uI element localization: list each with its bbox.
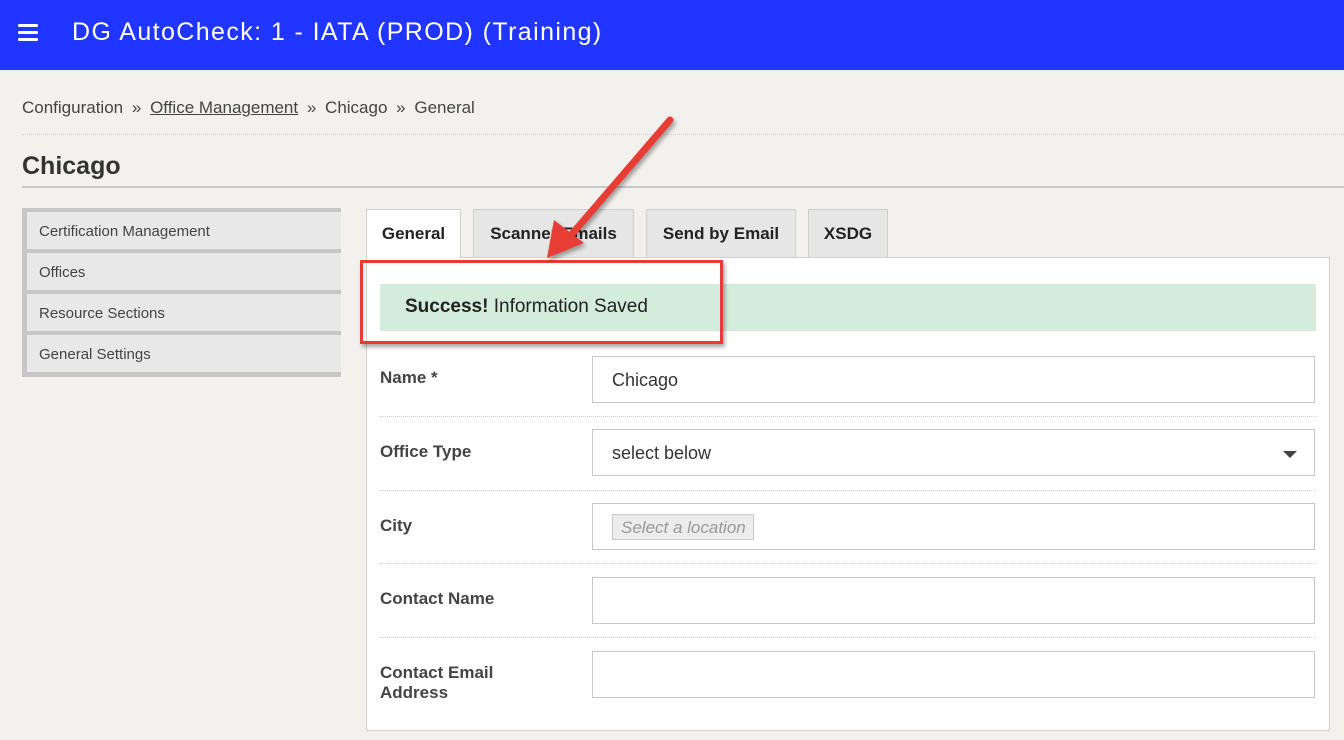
sidebar-item-offices[interactable]: Offices xyxy=(27,253,341,290)
office-type-value: select below xyxy=(612,443,712,463)
breadcrumb: Configuration » Office Management » Chic… xyxy=(22,98,475,118)
chevron-down-icon xyxy=(1283,451,1297,458)
form-row-city: City Select a location xyxy=(380,503,1316,552)
title-divider xyxy=(22,186,1344,188)
form-row-name: Name * Chicago xyxy=(380,356,1316,405)
form-divider xyxy=(380,490,1316,491)
contact-name-input[interactable] xyxy=(592,577,1315,624)
city-location-select[interactable]: Select a location xyxy=(592,503,1315,550)
form-row-contact-name: Contact Name xyxy=(380,577,1316,626)
tab-xsdg[interactable]: XSDG xyxy=(808,209,888,258)
tab-general[interactable]: General xyxy=(366,209,461,259)
sidebar-item-certification-management[interactable]: Certification Management xyxy=(27,212,341,249)
office-type-select[interactable]: select below xyxy=(592,429,1315,476)
hamburger-menu-icon[interactable] xyxy=(18,24,38,42)
sidebar-nav: Certification Management Offices Resourc… xyxy=(22,208,341,377)
contact-email-label: Contact Email Address xyxy=(380,663,494,702)
breadcrumb-general: General xyxy=(414,98,475,117)
city-label: City xyxy=(380,516,413,535)
contact-name-label: Contact Name xyxy=(380,589,495,608)
breadcrumb-office-management-link[interactable]: Office Management xyxy=(150,98,298,117)
breadcrumb-configuration: Configuration xyxy=(22,98,124,117)
tab-scanner-emails[interactable]: Scanner Emails xyxy=(473,209,634,258)
sidebar-item-resource-sections[interactable]: Resource Sections xyxy=(27,294,341,331)
city-placeholder: Select a location xyxy=(612,514,754,540)
breadcrumb-separator: » xyxy=(306,98,317,117)
breadcrumb-separator: » xyxy=(396,98,406,117)
contact-email-input[interactable] xyxy=(592,651,1315,698)
app-header: DG AutoCheck: 1 - IATA (PROD) (Training) xyxy=(0,0,1344,70)
annotation-highlight-box xyxy=(360,260,723,344)
form-row-contact-email: Contact Email Address xyxy=(380,651,1316,702)
form-row-office-type: Office Type select below xyxy=(380,429,1316,478)
tab-send-by-email[interactable]: Send by Email xyxy=(646,209,796,258)
breadcrumb-divider xyxy=(22,134,1344,135)
breadcrumb-chicago: Chicago xyxy=(325,98,388,117)
form-divider xyxy=(380,563,1316,564)
sidebar-item-general-settings[interactable]: General Settings xyxy=(27,335,341,372)
office-type-label: Office Type xyxy=(380,442,472,461)
app-title: DG AutoCheck: 1 - IATA (PROD) (Training) xyxy=(72,18,603,46)
form-divider xyxy=(380,416,1316,417)
form-divider xyxy=(380,637,1316,638)
breadcrumb-separator: » xyxy=(131,98,142,117)
name-input[interactable]: Chicago xyxy=(592,356,1315,403)
page-title: Chicago xyxy=(22,152,121,180)
name-label: Name * xyxy=(380,368,438,387)
